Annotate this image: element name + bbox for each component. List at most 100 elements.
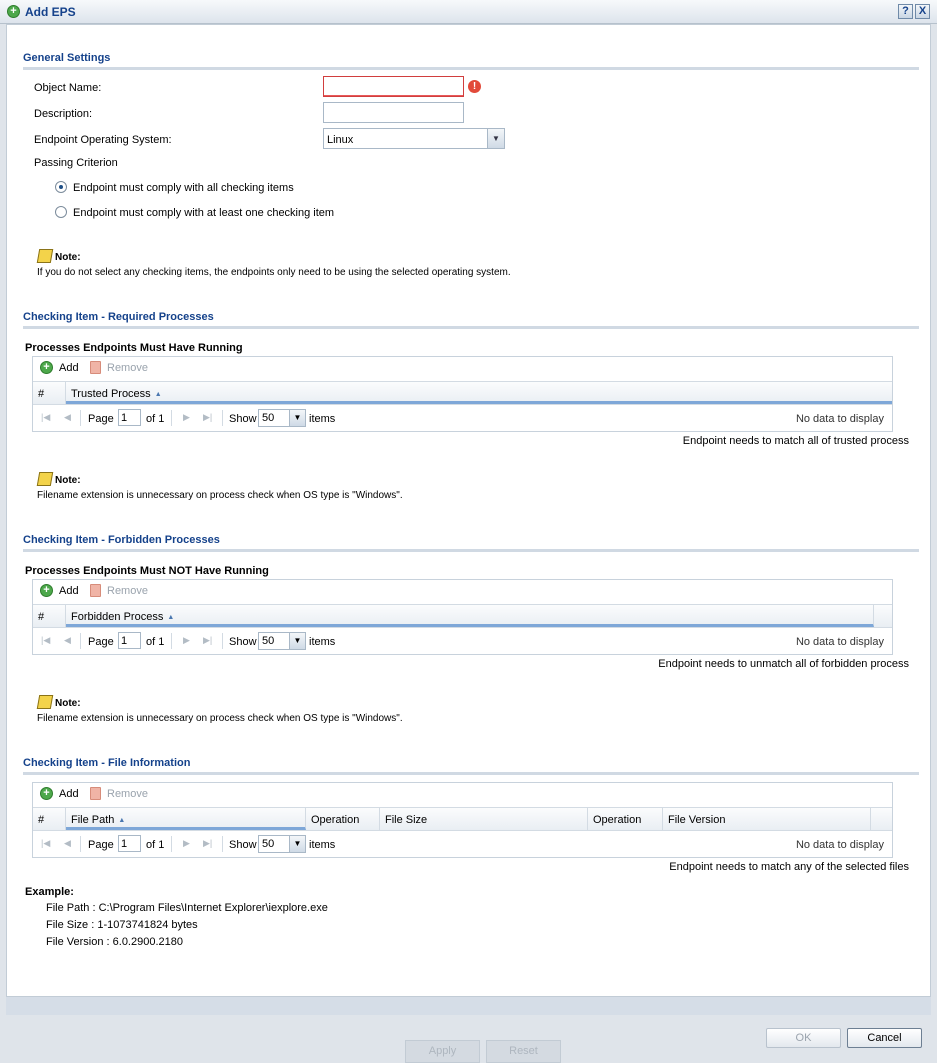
ok-button[interactable]: OK: [766, 1028, 841, 1048]
section-divider: [23, 67, 919, 70]
add-button[interactable]: Add: [59, 362, 79, 374]
next-page-icon[interactable]: ▶: [183, 838, 190, 849]
grid-toolbar: + Add Remove: [33, 580, 892, 604]
add-icon: +: [40, 787, 53, 800]
page-label: Page: [88, 839, 114, 851]
page-input[interactable]: 1: [118, 632, 141, 649]
page-count: of 1: [146, 413, 165, 425]
page-count: of 1: [146, 636, 165, 648]
pager-divider: [222, 836, 223, 852]
add-icon: +: [40, 584, 53, 597]
note-title: Note:: [55, 698, 81, 709]
file-match-text: Endpoint needs to match any of the selec…: [669, 861, 909, 873]
remove-button[interactable]: Remove: [107, 788, 148, 800]
description-label: Description:: [34, 108, 93, 120]
file-information-grid: + Add Remove # File Path ▲ Operation File…: [32, 782, 893, 858]
first-page-icon[interactable]: |◀: [41, 412, 50, 423]
reset-button: Reset: [486, 1040, 561, 1063]
first-page-icon[interactable]: |◀: [41, 838, 50, 849]
general-settings-title: General Settings: [23, 52, 111, 64]
column-forbidden-process[interactable]: Forbidden Process ▲: [66, 605, 874, 627]
column-file-path-label: File Path: [71, 814, 115, 826]
add-icon: +: [40, 361, 53, 374]
pager-divider: [222, 633, 223, 649]
forbidden-processes-title: Checking Item - Forbidden Processes: [23, 534, 220, 546]
close-button[interactable]: X: [915, 4, 930, 19]
page-size-value: 50: [262, 838, 275, 850]
column-number[interactable]: #: [33, 382, 66, 404]
page-input[interactable]: 1: [118, 835, 141, 852]
radio-comply-all[interactable]: [55, 181, 67, 193]
description-input[interactable]: [323, 102, 464, 123]
column-operation-2[interactable]: Operation: [588, 808, 663, 830]
trash-icon: [90, 361, 101, 374]
last-page-icon[interactable]: ▶|: [203, 635, 212, 646]
example-title: Example:: [25, 886, 74, 898]
required-subtitle: Processes Endpoints Must Have Running: [25, 342, 243, 354]
forbidden-match-text: Endpoint needs to unmatch all of forbidd…: [658, 658, 909, 670]
items-label: items: [309, 839, 336, 851]
column-file-path[interactable]: File Path ▲: [66, 808, 306, 830]
add-icon: +: [7, 5, 20, 18]
chevron-down-icon: ▼: [289, 410, 305, 426]
page-size-value: 50: [262, 412, 275, 424]
remove-button[interactable]: Remove: [107, 362, 148, 374]
page-input[interactable]: 1: [118, 409, 141, 426]
column-number[interactable]: #: [33, 605, 66, 627]
grid-header: # File Path ▲ Operation File Size Operati…: [33, 807, 892, 831]
required-processes-title: Checking Item - Required Processes: [23, 311, 214, 323]
help-button[interactable]: ?: [898, 4, 913, 19]
page-label: Page: [88, 413, 114, 425]
column-forbidden-process-label: Forbidden Process: [71, 611, 164, 623]
note-title: Note:: [55, 252, 81, 263]
example-file-size: File Size : 1-1073741824 bytes: [46, 919, 198, 931]
note-icon: [36, 472, 54, 486]
last-page-icon[interactable]: ▶|: [203, 412, 212, 423]
page-size-select[interactable]: 50 ▼: [258, 632, 306, 650]
add-button[interactable]: Add: [59, 788, 79, 800]
column-trusted-process[interactable]: Trusted Process ▲: [66, 382, 892, 404]
column-operation[interactable]: Operation: [306, 808, 380, 830]
grid-pager: |◀ ◀ Page 1 of 1 ▶ ▶| Show 50 ▼ items No…: [33, 628, 892, 654]
object-name-input[interactable]: [323, 76, 464, 97]
show-label: Show: [229, 413, 257, 425]
items-label: items: [309, 413, 336, 425]
os-select[interactable]: Linux ▼: [323, 128, 505, 149]
remove-button[interactable]: Remove: [107, 585, 148, 597]
sort-asc-icon: ▲: [154, 391, 162, 398]
first-page-icon[interactable]: |◀: [41, 635, 50, 646]
prev-page-icon[interactable]: ◀: [64, 838, 71, 849]
section-divider: [23, 326, 919, 329]
trash-icon: [90, 584, 101, 597]
pager-divider: [80, 410, 81, 426]
section-divider: [23, 772, 919, 775]
page-size-value: 50: [262, 635, 275, 647]
column-number[interactable]: #: [33, 808, 66, 830]
cancel-button[interactable]: Cancel: [847, 1028, 922, 1048]
trash-icon: [90, 787, 101, 800]
column-file-version[interactable]: File Version: [663, 808, 871, 830]
add-button[interactable]: Add: [59, 585, 79, 597]
prev-page-icon[interactable]: ◀: [64, 412, 71, 423]
grid-header: # Forbidden Process ▲: [33, 604, 892, 628]
bottom-strip: [6, 997, 931, 1015]
pager-divider: [171, 633, 172, 649]
page-label: Page: [88, 636, 114, 648]
page-size-select[interactable]: 50 ▼: [258, 409, 306, 427]
items-label: items: [309, 636, 336, 648]
show-label: Show: [229, 839, 257, 851]
page-size-select[interactable]: 50 ▼: [258, 835, 306, 853]
note-icon: [36, 249, 54, 263]
next-page-icon[interactable]: ▶: [183, 635, 190, 646]
os-label: Endpoint Operating System:: [34, 134, 172, 146]
prev-page-icon[interactable]: ◀: [64, 635, 71, 646]
radio-comply-one[interactable]: [55, 206, 67, 218]
forbidden-process-grid: + Add Remove # Forbidden Process ▲ |◀ ◀ P…: [32, 579, 893, 655]
note-text: Filename extension is unnecessary on pro…: [37, 713, 403, 724]
column-file-size[interactable]: File Size: [380, 808, 588, 830]
passing-criterion-label: Passing Criterion: [34, 157, 118, 169]
os-select-value: Linux: [327, 134, 354, 146]
next-page-icon[interactable]: ▶: [183, 412, 190, 423]
pager-divider: [80, 633, 81, 649]
last-page-icon[interactable]: ▶|: [203, 838, 212, 849]
